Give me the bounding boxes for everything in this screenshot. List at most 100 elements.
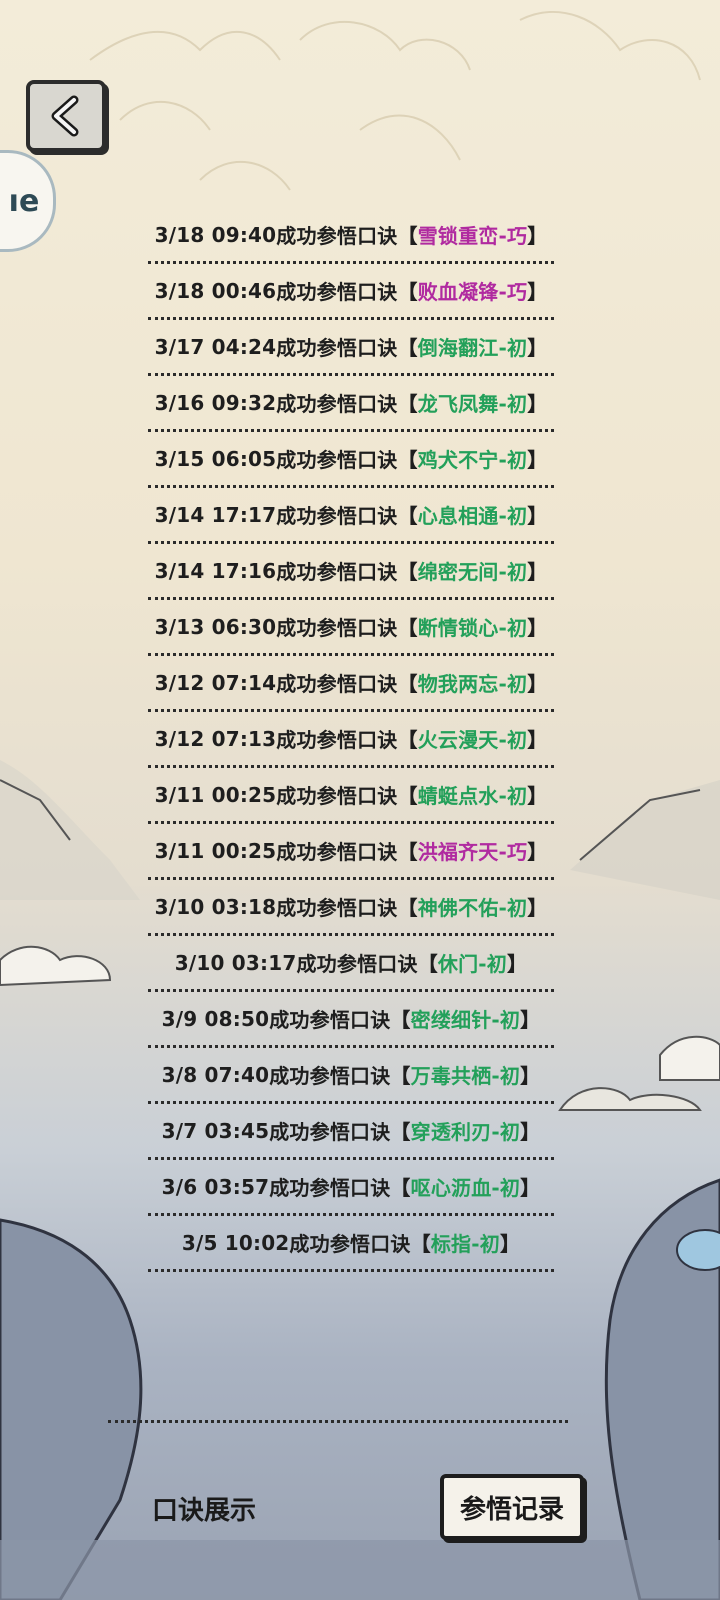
bracket-close: 】: [527, 336, 548, 360]
bracket-open: 【: [390, 1120, 411, 1144]
record-prefix: 成功参悟口诀: [276, 560, 398, 584]
record-prefix: 成功参悟口诀: [296, 952, 418, 976]
record-formula-name: 断情锁心-初: [417, 616, 528, 640]
record-time: 3/18 00:46: [154, 278, 277, 303]
record-row: 3/5 10:02 成功参悟口诀【标指-初】: [148, 1216, 554, 1272]
bracket-open: 【: [390, 1064, 411, 1088]
bracket-close: 】: [527, 840, 548, 864]
record-formula-name: 休门-初: [437, 952, 507, 976]
record-formula-name: 龙飞凤舞-初: [417, 392, 528, 416]
bracket-open: 【: [397, 224, 418, 248]
record-row: 3/12 07:14 成功参悟口诀【物我两忘-初】: [148, 656, 554, 712]
record-row: 3/16 09:32 成功参悟口诀【龙飞凤舞-初】: [148, 376, 554, 432]
record-row: 3/7 03:45 成功参悟口诀【穿透利刃-初】: [148, 1104, 554, 1160]
bracket-open: 【: [397, 448, 418, 472]
bracket-open: 【: [397, 504, 418, 528]
record-formula-name: 洪福齐天-巧: [417, 840, 528, 864]
bracket-close: 】: [527, 448, 548, 472]
record-time: 3/16 09:32: [154, 390, 277, 415]
record-row: 3/8 07:40 成功参悟口诀【万毒共栖-初】: [148, 1048, 554, 1104]
record-row: 3/18 09:40 成功参悟口诀【雪锁重峦-巧】: [148, 208, 554, 264]
bracket-close: 】: [527, 784, 548, 808]
bracket-open: 【: [397, 560, 418, 584]
record-time: 3/11 00:25: [154, 782, 277, 807]
record-prefix: 成功参悟口诀: [276, 336, 398, 360]
record-row: 3/12 07:13 成功参悟口诀【火云漫天-初】: [148, 712, 554, 768]
chevron-left-icon: [51, 95, 79, 137]
record-prefix: 成功参悟口诀: [276, 672, 398, 696]
tab-comprehension-records[interactable]: 参悟记录: [440, 1474, 584, 1540]
bracket-open: 【: [397, 280, 418, 304]
bracket-open: 【: [397, 728, 418, 752]
record-prefix: 成功参悟口诀: [269, 1120, 391, 1144]
record-prefix: 成功参悟口诀: [276, 504, 398, 528]
record-prefix: 成功参悟口诀: [276, 840, 398, 864]
record-formula-name: 绵密无间-初: [417, 560, 528, 584]
back-button[interactable]: [26, 80, 106, 152]
record-formula-name: 雪锁重峦-巧: [417, 224, 528, 248]
record-prefix: 成功参悟口诀: [276, 616, 398, 640]
record-time: 3/18 09:40: [154, 222, 277, 247]
record-prefix: 成功参悟口诀: [276, 224, 398, 248]
record-time: 3/15 06:05: [154, 446, 277, 471]
bracket-close: 】: [499, 1232, 521, 1256]
record-formula-name: 万毒共栖-初: [410, 1064, 521, 1088]
record-formula-name: 鸡犬不宁-初: [417, 448, 528, 472]
bracket-close: 】: [527, 672, 548, 696]
record-time: 3/6 03:57: [161, 1174, 270, 1199]
bracket-close: 】: [527, 280, 548, 304]
record-row: 3/14 17:16 成功参悟口诀【绵密无间-初】: [148, 544, 554, 600]
record-prefix: 成功参悟口诀: [276, 784, 398, 808]
record-time: 3/13 06:30: [154, 614, 277, 639]
bracket-open: 【: [410, 1232, 431, 1256]
record-row: 3/10 03:18 成功参悟口诀【神佛不佑-初】: [148, 880, 554, 936]
record-time: 3/11 00:25: [154, 838, 277, 863]
bracket-close: 】: [527, 560, 548, 584]
record-time: 3/14 17:17: [154, 502, 277, 527]
record-row: 3/11 00:25 成功参悟口诀【蜻蜓点水-初】: [148, 768, 554, 824]
bracket-close: 】: [520, 1120, 541, 1144]
record-time: 3/8 07:40: [161, 1062, 270, 1087]
record-formula-name: 心息相通-初: [417, 504, 528, 528]
record-time: 3/5 10:02: [181, 1230, 290, 1255]
bracket-close: 】: [520, 1064, 541, 1088]
bracket-open: 【: [397, 336, 418, 360]
record-row: 3/9 08:50 成功参悟口诀【密缕细针-初】: [148, 992, 554, 1048]
record-formula-name: 败血凝锋-巧: [417, 280, 528, 304]
record-time: 3/10 03:17: [174, 950, 297, 975]
side-badge[interactable]: ıe: [0, 150, 56, 252]
bracket-open: 【: [397, 896, 418, 920]
record-prefix: 成功参悟口诀: [276, 728, 398, 752]
record-row: 3/10 03:17 成功参悟口诀【休门-初】: [148, 936, 554, 992]
record-prefix: 成功参悟口诀: [276, 280, 398, 304]
record-row: 3/15 06:05 成功参悟口诀【鸡犬不宁-初】: [148, 432, 554, 488]
bracket-open: 【: [397, 392, 418, 416]
record-formula-name: 神佛不佑-初: [417, 896, 528, 920]
record-prefix: 成功参悟口诀: [289, 1232, 411, 1256]
record-row: 3/11 00:25 成功参悟口诀【洪福齐天-巧】: [148, 824, 554, 880]
record-formula-name: 标指-初: [430, 1232, 500, 1256]
bracket-open: 【: [390, 1176, 411, 1200]
record-prefix: 成功参悟口诀: [269, 1008, 391, 1032]
record-formula-name: 蜻蜓点水-初: [417, 784, 528, 808]
bracket-open: 【: [390, 1008, 411, 1032]
bracket-close: 】: [527, 616, 548, 640]
record-time: 3/12 07:14: [154, 670, 277, 695]
bracket-close: 】: [527, 728, 548, 752]
bracket-open: 【: [397, 840, 418, 864]
record-row: 3/6 03:57 成功参悟口诀【呕心沥血-初】: [148, 1160, 554, 1216]
record-time: 3/9 08:50: [161, 1006, 270, 1031]
record-formula-name: 倒海翻江-初: [417, 336, 528, 360]
record-prefix: 成功参悟口诀: [269, 1176, 391, 1200]
record-formula-name: 火云漫天-初: [417, 728, 528, 752]
tab-formula-display[interactable]: 口诀展示: [152, 1490, 256, 1527]
record-row: 3/17 04:24 成功参悟口诀【倒海翻江-初】: [148, 320, 554, 376]
record-row: 3/18 00:46 成功参悟口诀【败血凝锋-巧】: [148, 264, 554, 320]
bracket-close: 】: [527, 504, 548, 528]
bracket-close: 】: [520, 1008, 541, 1032]
record-list[interactable]: 3/18 09:40 成功参悟口诀【雪锁重峦-巧】 3/18 00:46 成功参悟…: [140, 208, 562, 1305]
record-time: 3/7 03:45: [161, 1118, 270, 1143]
record-formula-name: 呕心沥血-初: [410, 1176, 521, 1200]
bracket-open: 【: [397, 672, 418, 696]
bracket-close: 】: [527, 224, 548, 248]
